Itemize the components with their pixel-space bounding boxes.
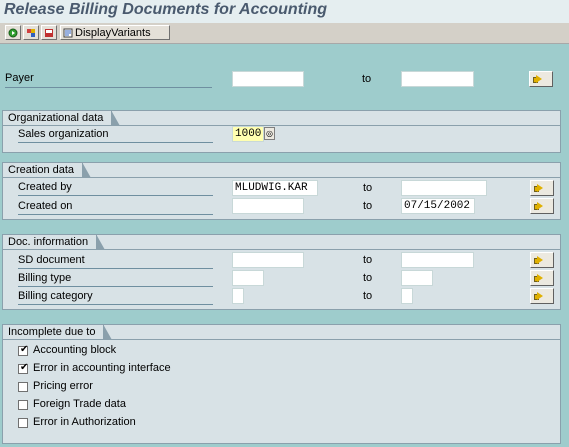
billing-category-label: Billing category <box>18 290 93 302</box>
display-variants-label: DisplayVariants <box>75 27 151 39</box>
created-by-to-input[interactable] <box>401 180 487 196</box>
incomplete-due-to-group: Incomplete due to ✔ Accounting block ✔ E… <box>2 324 561 444</box>
organizational-data-group: Organizational data Sales organization 1… <box>2 110 561 153</box>
payer-multiple-selection-button[interactable] <box>529 71 553 87</box>
doc-information-title: Doc. information <box>2 234 106 250</box>
error-in-authorization-label: Error in Authorization <box>33 416 136 428</box>
check-icon: ✔ <box>20 344 29 355</box>
get-variant-button[interactable] <box>23 25 39 40</box>
billing-type-label: Billing type <box>18 272 72 284</box>
sd-document-to-label: to <box>363 254 373 266</box>
get-variant-icon <box>27 29 35 37</box>
billing-category-from-input[interactable] <box>232 288 244 304</box>
sd-document-multiple-selection-button[interactable] <box>530 252 554 268</box>
pricing-error-checkbox[interactable] <box>18 382 28 392</box>
foreign-trade-data-label: Foreign Trade data <box>33 398 126 410</box>
display-variants-icon <box>63 28 73 38</box>
app-toolbar: DisplayVariants <box>0 23 569 44</box>
doc-information-group: Doc. information SD document to Billing … <box>2 234 561 310</box>
error-in-authorization-checkbox[interactable] <box>18 418 28 428</box>
sd-document-from-input[interactable] <box>232 252 304 268</box>
save-variant-button[interactable] <box>41 25 57 40</box>
created-by-from-input[interactable]: MLUDWIG.KAR <box>232 180 318 196</box>
title-bar: Release Billing Documents for Accounting <box>0 0 569 24</box>
creation-data-title: Creation data <box>2 162 92 178</box>
sales-org-label: Sales organization <box>18 128 109 140</box>
error-accounting-interface-checkbox[interactable]: ✔ <box>18 362 29 374</box>
billing-category-to-label: to <box>363 290 373 302</box>
sd-document-label: SD document <box>18 254 85 266</box>
page-title: Release Billing Documents for Accounting <box>4 1 328 18</box>
arrow-right-icon <box>536 75 542 83</box>
created-by-to-label: to <box>363 182 373 194</box>
arrow-right-icon <box>537 202 543 210</box>
payer-to-label: to <box>362 73 372 85</box>
value-help-icon: ◎ <box>266 129 273 138</box>
foreign-trade-data-checkbox[interactable] <box>18 400 28 410</box>
arrow-right-icon <box>537 292 543 300</box>
created-on-from-input[interactable] <box>232 198 304 214</box>
sales-org-input[interactable]: 1000 <box>232 126 264 142</box>
check-icon: ✔ <box>20 362 29 373</box>
created-on-label: Created on <box>18 200 73 212</box>
created-by-multiple-selection-button[interactable] <box>530 180 554 196</box>
execute-icon <box>8 28 18 38</box>
billing-type-to-label: to <box>363 272 373 284</box>
payer-label: Payer <box>5 72 34 84</box>
error-accounting-interface-label: Error in accounting interface <box>33 362 171 374</box>
billing-type-multiple-selection-button[interactable] <box>530 270 554 286</box>
created-by-label: Created by <box>18 181 72 193</box>
display-variants-button[interactable]: DisplayVariants <box>60 25 170 40</box>
sd-document-to-input[interactable] <box>401 252 474 268</box>
billing-type-to-input[interactable] <box>401 270 433 286</box>
payer-from-input[interactable] <box>232 71 304 87</box>
payer-to-input[interactable] <box>401 71 474 87</box>
created-on-to-input[interactable]: 07/15/2002 <box>401 198 475 214</box>
payer-underline <box>5 87 212 88</box>
incomplete-due-to-title: Incomplete due to <box>2 324 113 340</box>
organizational-data-title: Organizational data <box>2 110 121 126</box>
arrow-right-icon <box>537 256 543 264</box>
arrow-right-icon <box>537 184 543 192</box>
arrow-right-icon <box>537 274 543 282</box>
pricing-error-label: Pricing error <box>33 380 93 392</box>
billing-category-multiple-selection-button[interactable] <box>530 288 554 304</box>
billing-category-to-input[interactable] <box>401 288 413 304</box>
accounting-block-checkbox[interactable]: ✔ <box>18 344 29 356</box>
accounting-block-label: Accounting block <box>33 344 117 356</box>
creation-data-group: Creation data Created by MLUDWIG.KAR to … <box>2 162 561 220</box>
save-variant-icon <box>45 29 53 37</box>
created-on-to-label: to <box>363 200 373 212</box>
created-on-multiple-selection-button[interactable] <box>530 198 554 214</box>
execute-button[interactable] <box>5 25 21 40</box>
value-help-button[interactable]: ◎ <box>264 127 275 140</box>
billing-type-from-input[interactable] <box>232 270 264 286</box>
